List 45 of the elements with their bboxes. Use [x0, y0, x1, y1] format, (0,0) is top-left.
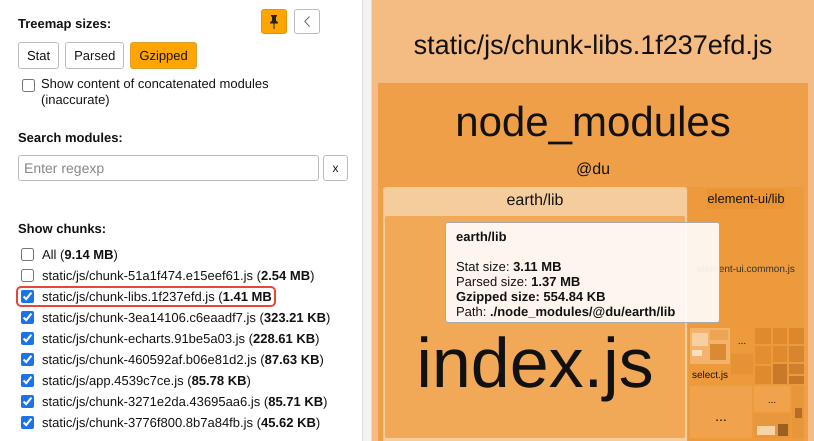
size-option-button[interactable]: Gzipped	[130, 42, 197, 69]
tooltip-line: Path: ./node_modules/@du/earth/lib	[456, 304, 676, 319]
chunk-label: static/js/chunk-51a1f474.e15eef61.js (2.54 MB)	[42, 266, 314, 285]
section-heading: Search modules:	[18, 129, 124, 147]
size-option-button[interactable]: Parsed	[65, 42, 124, 69]
checkbox[interactable]	[21, 416, 34, 429]
cell-label: ...	[768, 394, 776, 408]
folder-title: earth/lib	[506, 191, 564, 211]
cell-label: ...	[738, 334, 746, 348]
size-option-button[interactable]: Stat	[18, 42, 60, 69]
chunk-label: static/js/chunk-460592af.b06e81d2.js (87.63 KB)	[42, 350, 324, 369]
chunk-label: All (9.14 MB)	[42, 246, 118, 264]
checkbox[interactable]	[21, 395, 34, 408]
search-field[interactable]: Enter regexp	[18, 154, 320, 180]
chunk-label: static/js/chunk-libs.1f237efd.js (1.41 MB	[42, 288, 272, 306]
clear-button[interactable]: x	[323, 154, 348, 180]
checkbox[interactable]	[21, 290, 34, 303]
scope-title: @du	[576, 160, 610, 180]
scrollbar[interactable]	[362, 0, 372, 441]
chunk-label: static/js/chunk-echarts.91be5a03.js (228.61 KB)	[42, 330, 320, 348]
tooltip-line: Gzipped size: 554.84 KB	[456, 289, 607, 304]
cell-label: ...	[715, 406, 727, 426]
group-title: node_modules	[455, 96, 731, 146]
section-heading: Show chunks:	[18, 220, 108, 238]
chunk-label: static/js/chunk-3776f800.8b7a84fb.js (45.62 KB)	[42, 414, 320, 432]
chunk-label: static/js/chunk-3271e2da.43695aa6.js (85.71 KB)	[42, 392, 328, 411]
chevron-left-icon	[304, 16, 310, 27]
tooltip-line: Parsed size: 1.37 MB	[456, 274, 582, 289]
checkbox[interactable]	[21, 374, 34, 387]
chunk-title: static/js/chunk-libs.1f237efd.js	[414, 28, 772, 62]
checkbox[interactable]	[22, 79, 35, 92]
checkbox-label: Show content of concatenated modules (inaccurate)	[41, 76, 270, 108]
folder-title: element-ui/lib	[707, 189, 785, 209]
checkbox[interactable]	[21, 332, 34, 345]
checkbox[interactable]	[21, 269, 34, 282]
section-heading: Treemap sizes:	[18, 14, 112, 33]
checkbox[interactable]	[21, 311, 34, 324]
chunk-label: static/js/app.4539c7ce.js (85.78 KB)	[42, 372, 251, 390]
pin-button[interactable]	[261, 9, 287, 34]
checkbox[interactable]	[21, 248, 34, 261]
pin-icon	[270, 14, 278, 28]
chunk-label: static/js/chunk-3ea14106.c6eaadf7.js (323.21 KB)	[42, 308, 330, 327]
tooltip-title: earth/lib	[456, 229, 508, 244]
checkbox[interactable]	[21, 353, 34, 366]
cell-label: select.js	[692, 368, 728, 382]
